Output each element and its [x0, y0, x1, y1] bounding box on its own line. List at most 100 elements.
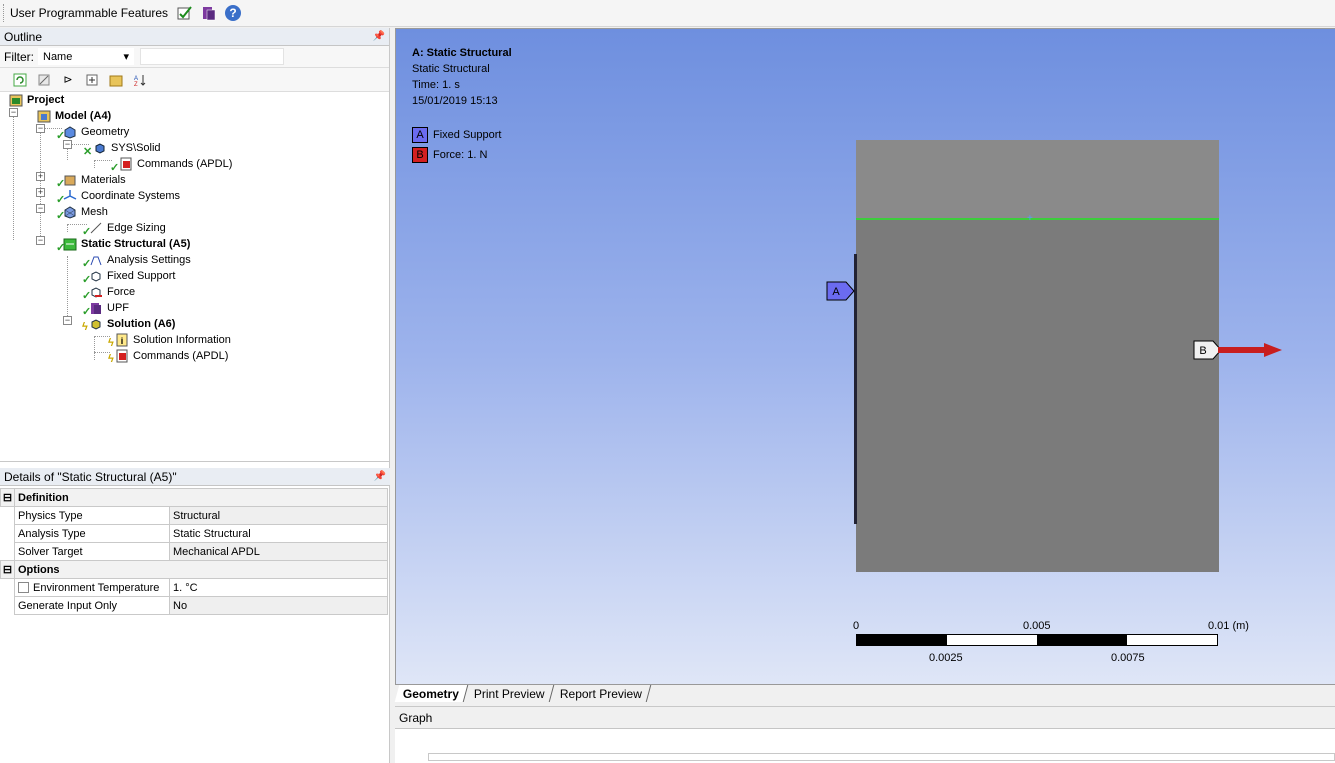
solution-icon [88, 316, 104, 332]
tree-item-coord-systems[interactable]: Coordinate Systems [62, 188, 180, 204]
filter-row: Filter: Name ▾ [0, 46, 389, 68]
upf-icon[interactable] [200, 4, 218, 22]
row-value[interactable]: Structural [169, 506, 388, 525]
tree-item-materials[interactable]: Materials [62, 172, 126, 188]
viewport-tabs: Geometry Print Preview Report Preview [394, 684, 1335, 702]
collapse-icon[interactable]: ⊟ [0, 560, 15, 579]
details-panel: Details of "Static Structural (A5)" 📌 ⊟ … [0, 468, 390, 615]
sort-az-icon[interactable]: AZ [132, 72, 148, 88]
details-table: ⊟ Definition Physics Type Structural Ana… [0, 488, 388, 615]
tree-link-icon[interactable]: ⊳ [60, 72, 76, 88]
folder-icon[interactable] [108, 72, 124, 88]
pin-icon[interactable]: 📌 [373, 31, 385, 42]
filter-value: Name [43, 50, 73, 63]
status-check-icon: ✓ [110, 162, 120, 174]
force-arrow[interactable] [1218, 342, 1284, 358]
pin-icon[interactable]: 📌 [374, 471, 386, 482]
toolbar-grip[interactable] [3, 4, 6, 22]
commands-icon [114, 348, 130, 364]
outline-toolbar: ⊳ AZ [0, 68, 389, 92]
status-check-icon: ✓ [82, 274, 92, 286]
graph-header: Graph [395, 707, 1335, 729]
solid-body-icon [92, 140, 108, 156]
detail-row[interactable]: Environment Temperature 1. °C [1, 578, 388, 597]
collapse-mesh[interactable]: − [36, 204, 45, 213]
graphics-viewport[interactable]: A: Static Structural Static Structural T… [395, 28, 1335, 684]
detail-row[interactable]: Analysis Type Static Structural [1, 524, 388, 543]
tab-report-preview[interactable]: Report Preview [551, 685, 652, 702]
expand-all-icon[interactable] [84, 72, 100, 88]
collapse-solution[interactable]: − [63, 316, 72, 325]
legend-item-force[interactable]: B Force: 1. N [412, 145, 501, 165]
status-check-icon: ✓ [82, 258, 92, 270]
tree-item-geometry[interactable]: Geometry [62, 124, 129, 140]
origin-marker-icon: + [1027, 213, 1033, 224]
sized-edge[interactable] [856, 218, 1219, 220]
outline-title: Outline [4, 29, 43, 44]
top-toolbar: User Programmable Features ? [0, 0, 1335, 27]
tree-item-solution-info[interactable]: i Solution Information [114, 332, 231, 348]
row-value[interactable]: Static Structural [169, 524, 388, 543]
filter-input[interactable] [140, 48, 284, 65]
detail-row[interactable]: Generate Input Only No [1, 596, 388, 615]
status-check-icon: ✓ [56, 194, 66, 206]
tab-geometry[interactable]: Geometry [394, 685, 469, 702]
tree-item-commands-1[interactable]: Commands (APDL) [118, 156, 232, 172]
status-check-icon: ✓ [82, 226, 92, 238]
tree-item-static-structural[interactable]: Static Structural (A5) [62, 236, 190, 252]
collapse-static[interactable]: − [36, 236, 45, 245]
row-label: Environment Temperature [33, 581, 160, 594]
tree-item-fixed-support[interactable]: Fixed Support [88, 268, 175, 284]
tree-item-solution[interactable]: Solution (A6) [88, 316, 175, 332]
collapse-geometry[interactable]: − [36, 124, 45, 133]
svg-text:Z: Z [134, 82, 138, 87]
graph-timeline[interactable] [428, 753, 1335, 761]
status-check-icon: ✓ [56, 242, 66, 254]
tree-item-upf[interactable]: UPF [88, 300, 129, 316]
parameter-checkbox[interactable] [18, 582, 29, 594]
tree-item-model[interactable]: Model (A4) [36, 108, 111, 124]
help-icon[interactable]: ? [224, 4, 242, 22]
group-label: Definition [14, 488, 388, 507]
row-label-with-checkbox: Environment Temperature [14, 578, 170, 597]
details-title: Details of "Static Structural (A5)" [4, 469, 177, 484]
graph-panel: Graph [395, 706, 1335, 763]
tree-item-project[interactable]: Project [8, 92, 64, 108]
detail-row[interactable]: Physics Type Structural [1, 506, 388, 525]
expand-materials[interactable]: + [36, 172, 45, 181]
scale-label-01: 0.01 (m) [1208, 620, 1249, 632]
expand-icon[interactable] [36, 72, 52, 88]
model-icon [36, 108, 52, 124]
row-label: Generate Input Only [14, 596, 170, 615]
status-x-icon: ✕ [83, 146, 93, 158]
legend-item-fixed-support[interactable]: A Fixed Support [412, 125, 501, 145]
row-value[interactable]: 1. °C [169, 578, 388, 597]
chevron-down-icon: ▾ [123, 51, 129, 63]
tree-item-commands-2[interactable]: Commands (APDL) [114, 348, 228, 364]
tree-item-force[interactable]: Force [88, 284, 135, 300]
expand-coord[interactable]: + [36, 188, 45, 197]
row-value[interactable]: No [169, 596, 388, 615]
refresh-icon[interactable] [12, 72, 28, 88]
status-check-icon: ✓ [82, 306, 92, 318]
tree-item-mesh[interactable]: Mesh [62, 204, 108, 220]
collapse-icon[interactable]: ⊟ [0, 488, 15, 507]
detail-row[interactable]: Solver Target Mechanical APDL [1, 542, 388, 561]
tree-item-sys-solid[interactable]: SYS\Solid [92, 140, 161, 156]
callout-a[interactable]: A [826, 281, 856, 301]
svg-text:i: i [121, 336, 124, 346]
group-definition[interactable]: ⊟ Definition [0, 488, 388, 507]
tree-item-edge-sizing[interactable]: Edge Sizing [88, 220, 166, 236]
tree-item-analysis-settings[interactable]: Analysis Settings [88, 252, 191, 268]
solid-body[interactable]: + [856, 140, 1219, 572]
legend-tag-b: B [412, 147, 428, 163]
solution-info-icon: i [114, 332, 130, 348]
check-icon[interactable] [176, 4, 194, 22]
group-options[interactable]: ⊟ Options [0, 560, 388, 579]
row-value[interactable]: Mechanical APDL [169, 542, 388, 561]
commands-icon [118, 156, 134, 172]
collapse-model[interactable]: − [9, 108, 18, 117]
filter-select[interactable]: Name ▾ [38, 48, 134, 65]
tab-print-preview[interactable]: Print Preview [465, 685, 554, 702]
status-lightning-icon: ϟ [82, 321, 88, 333]
